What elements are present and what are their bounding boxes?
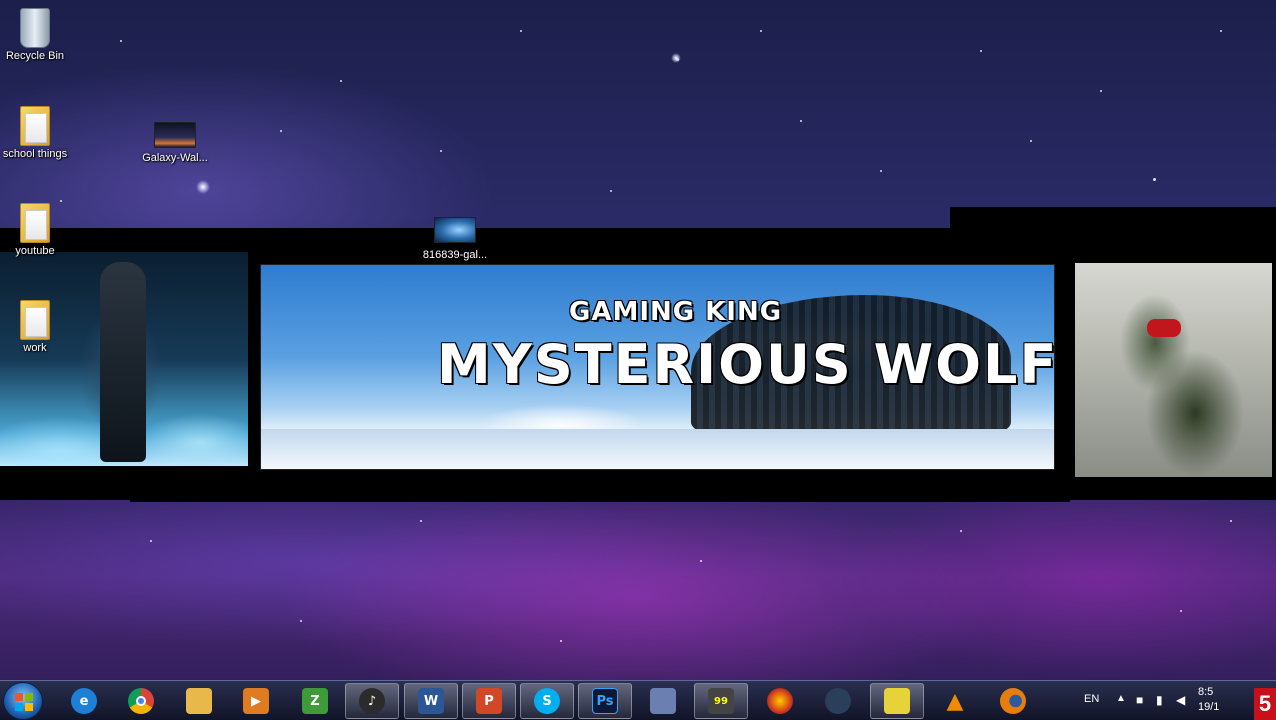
recycle-bin-icon (20, 8, 50, 48)
taskbar-app-notes[interactable] (870, 683, 924, 719)
desktop-icon-galaxy-wallpaper[interactable]: Galaxy-Wal... (135, 122, 215, 164)
desktop-icon-label: Recycle Bin (5, 50, 65, 62)
folder-icon (20, 106, 50, 146)
taskbar-app-music[interactable]: ♪ (345, 683, 399, 719)
game-icon (767, 688, 793, 714)
folder-icon (20, 300, 50, 340)
desktop-icon-label: 816839-gal... (422, 249, 488, 261)
desktop-icon-work[interactable]: work (0, 300, 75, 354)
clock-time: 8:5 (1198, 686, 1214, 698)
taskbar-app-internet-explorer[interactable]: e (57, 683, 111, 719)
desktop-icon-label: school things (2, 148, 68, 160)
taskbar-app-word[interactable]: W (404, 683, 458, 719)
taskbar-app-file-explorer[interactable] (172, 683, 226, 719)
clock-date: 19/1 (1198, 701, 1220, 713)
image-thumbnail-icon (434, 217, 476, 243)
network-icon[interactable]: ▮ (1156, 693, 1170, 707)
desktop-icon-label: youtube (15, 245, 55, 257)
volume-icon[interactable]: ◀ (1176, 693, 1190, 707)
taskbar-app-media-player[interactable]: ▶ (229, 683, 283, 719)
music-icon: ♪ (359, 688, 385, 714)
powerpoint-icon: P (476, 688, 502, 714)
skype-icon: S (534, 688, 560, 714)
desktop-icon-label: Galaxy-Wal... (142, 152, 208, 164)
taskbar-app-filezilla[interactable]: Z (288, 683, 342, 719)
clock[interactable]: 8:5 19/1 (1198, 685, 1219, 715)
desktop-icon-school-things[interactable]: school things (0, 106, 75, 160)
photoshop-icon: Ps (592, 688, 618, 714)
notes-icon (884, 688, 910, 714)
monitor-icon: 99 (708, 688, 734, 714)
crysis-wallpaper-image (1075, 263, 1272, 477)
chrome-icon (128, 688, 154, 714)
desktop-icon-recycle-bin[interactable]: Recycle Bin (0, 8, 75, 62)
word-icon: W (418, 688, 444, 714)
paint-icon (650, 688, 676, 714)
language-indicator[interactable]: EN (1084, 693, 1099, 705)
image-thumbnail-icon (154, 122, 196, 148)
blender-icon (1000, 688, 1026, 714)
taskbar-app-blender[interactable] (986, 683, 1040, 719)
taskbar-app-vlc[interactable]: ▲ (928, 683, 982, 719)
panel-background (130, 488, 1070, 502)
taskbar-app-steam[interactable] (811, 683, 865, 719)
action-center-icon[interactable]: ■ (1136, 693, 1150, 707)
channel-banner-image: GAMING KING MYSTERIOUS WOLF (260, 264, 1056, 470)
taskbar-app-paint[interactable] (636, 683, 690, 719)
desktop-icon-youtube[interactable]: youtube (0, 203, 75, 257)
recording-indicator: 5 (1254, 688, 1276, 720)
folder-icon (186, 688, 212, 714)
show-hidden-icons-icon[interactable]: ▲ (1116, 693, 1126, 704)
folder-icon (20, 203, 50, 243)
desktop-icon-label: work (23, 342, 47, 354)
start-button[interactable] (3, 682, 43, 720)
taskbar-app-game[interactable] (753, 683, 807, 719)
taskbar: e ▶ Z ♪ W P S Ps 99 ▲ EN ▲ ■ ▮ ◀ 8:5 19/… (0, 680, 1276, 720)
taskbar-app-monitor[interactable]: 99 (694, 683, 748, 719)
taskbar-app-photoshop[interactable]: Ps (578, 683, 632, 719)
soldier-wallpaper-image (0, 252, 248, 466)
vlc-icon: ▲ (946, 688, 964, 714)
taskbar-app-chrome[interactable] (114, 683, 168, 719)
steam-icon (825, 688, 851, 714)
taskbar-app-powerpoint[interactable]: P (462, 683, 516, 719)
media-player-icon: ▶ (243, 688, 269, 714)
desktop-icon-816839-galaxy[interactable]: 816839-gal... (415, 217, 495, 261)
windows-start-icon (15, 693, 33, 711)
internet-explorer-icon: e (71, 688, 97, 714)
filezilla-icon: Z (302, 688, 328, 714)
taskbar-app-skype[interactable]: S (520, 683, 574, 719)
system-tray: EN ▲ ■ ▮ ◀ 8:5 19/1 (1068, 681, 1268, 720)
